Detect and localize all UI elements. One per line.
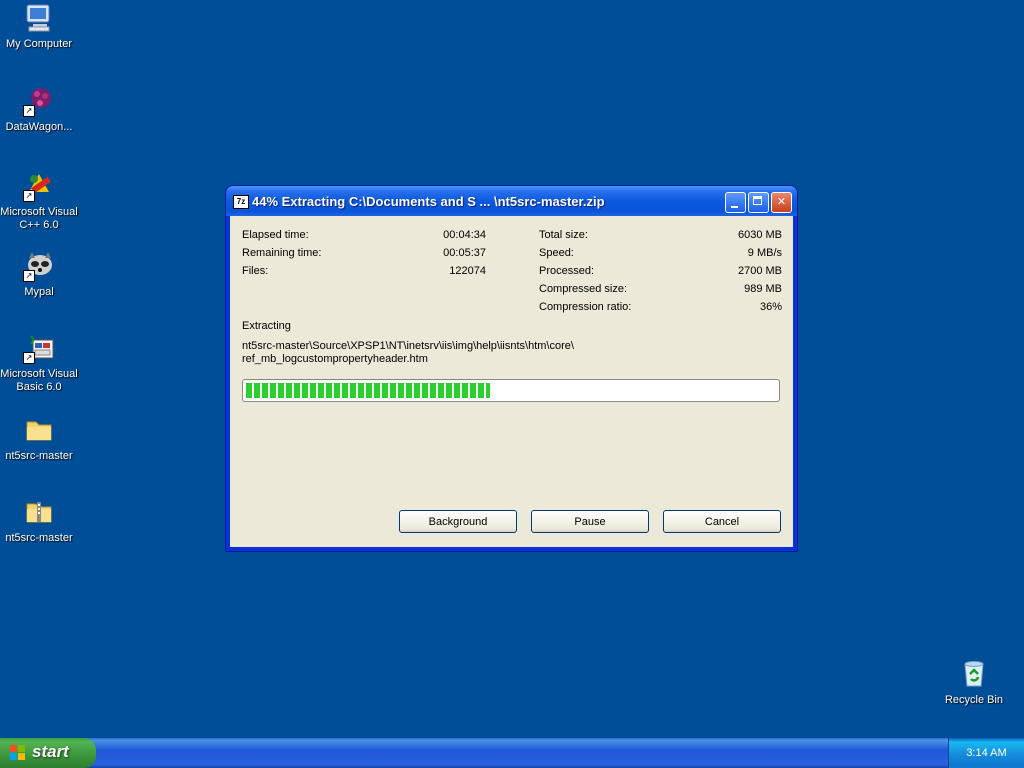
start-label: start xyxy=(32,742,69,761)
desktop-icon-label: Recycle Bin xyxy=(944,694,1004,706)
minimize-icon xyxy=(731,206,738,208)
remaining-time-value: 00:05:37 xyxy=(443,247,486,259)
system-tray: 3:14 AM xyxy=(948,738,1024,768)
desktop-icon-visual-cpp[interactable]: ↗ Microsoft Visual C++ 6.0 xyxy=(0,170,79,232)
speed-label: Speed: xyxy=(539,247,574,259)
progress-fill xyxy=(246,383,490,398)
desktop-icon-datawagon[interactable]: ↗ DataWagon... xyxy=(0,85,79,134)
dialog-body: Elapsed time: 00:04:34 Remaining time: 0… xyxy=(230,216,793,547)
shortcut-arrow-icon: ↗ xyxy=(23,190,35,202)
current-path-line2: ref_mb_logcustompropertyheader.htm xyxy=(242,353,428,365)
files-value: 122074 xyxy=(449,265,486,277)
desktop-icon-label: Microsoft Visual C++ 6.0 xyxy=(0,206,78,231)
cancel-button[interactable]: Cancel xyxy=(663,510,781,533)
elapsed-time-value: 00:04:34 xyxy=(443,229,486,241)
total-size-value: 6030 MB xyxy=(737,229,782,241)
7zip-app-icon: 7z xyxy=(233,195,249,209)
maximize-icon xyxy=(753,196,762,205)
compressed-size-value: 989 MB xyxy=(744,283,782,295)
processed-value: 2700 MB xyxy=(737,265,782,277)
files-label: Files: xyxy=(242,265,269,277)
visual-cpp-icon: ↗ xyxy=(23,170,55,202)
desktop-icon-label: DataWagon... xyxy=(5,121,73,133)
window-title: 44% Extracting C:\Documents and S ... \n… xyxy=(252,194,605,209)
datawagon-icon: ↗ xyxy=(23,85,55,117)
desktop-icon-visual-basic[interactable]: ↗ Microsoft Visual Basic 6.0 xyxy=(0,332,79,394)
desktop-icon-recycle-bin[interactable]: Recycle Bin xyxy=(934,658,1014,707)
current-path-line1: nt5src-master\Source\XPSP1\NT\inetsrv\ii… xyxy=(242,340,574,352)
operation-label: Extracting xyxy=(242,320,291,332)
desktop-icon-label: nt5src-master xyxy=(5,532,73,544)
my-computer-icon xyxy=(23,2,55,34)
desktop-icon-my-computer[interactable]: My Computer xyxy=(0,2,79,51)
elapsed-time-label: Elapsed time: xyxy=(242,229,309,241)
processed-label: Processed: xyxy=(539,265,595,277)
pause-button[interactable]: Pause xyxy=(531,510,649,533)
total-size-label: Total size: xyxy=(539,229,588,241)
progress-bar xyxy=(242,379,780,402)
close-icon: ✕ xyxy=(776,196,787,208)
desktop-icon-label: nt5src-master xyxy=(5,450,73,462)
minimize-button[interactable] xyxy=(725,192,746,213)
compression-ratio-value: 36% xyxy=(759,301,782,313)
desktop-icon-mypal[interactable]: ↗ Mypal xyxy=(0,250,79,299)
folder-icon xyxy=(23,414,55,446)
speed-value: 9 MB/s xyxy=(747,247,782,259)
taskbar: start 3:14 AM xyxy=(0,738,1024,768)
visual-basic-icon: ↗ xyxy=(23,332,55,364)
compression-ratio-label: Compression ratio: xyxy=(539,301,632,313)
zip-folder-icon xyxy=(23,496,55,528)
close-button[interactable]: ✕ xyxy=(771,192,792,213)
shortcut-arrow-icon: ↗ xyxy=(23,352,35,364)
titlebar[interactable]: 7z 44% Extracting C:\Documents and S ...… xyxy=(226,186,797,216)
background-button[interactable]: Background xyxy=(399,510,517,533)
recycle-bin-icon xyxy=(958,658,990,690)
desktop-icon-label: Mypal xyxy=(24,286,54,298)
compressed-size-label: Compressed size: xyxy=(539,283,628,295)
shortcut-arrow-icon: ↗ xyxy=(23,270,35,282)
shortcut-arrow-icon: ↗ xyxy=(23,105,35,117)
mypal-icon: ↗ xyxy=(23,250,55,282)
desktop-icon-label: My Computer xyxy=(5,38,73,50)
desktop-icon-label: Microsoft Visual Basic 6.0 xyxy=(0,368,78,393)
remaining-time-label: Remaining time: xyxy=(242,247,322,259)
desktop-icon-nt5src-folder[interactable]: nt5src-master xyxy=(0,414,79,463)
desktop-icon-nt5src-zip[interactable]: nt5src-master xyxy=(0,496,79,545)
extraction-dialog: 7z 44% Extracting C:\Documents and S ...… xyxy=(226,186,797,551)
windows-logo-icon xyxy=(10,745,26,761)
maximize-button[interactable] xyxy=(748,192,769,213)
clock[interactable]: 3:14 AM xyxy=(966,747,1006,759)
start-button[interactable]: start xyxy=(0,738,96,768)
